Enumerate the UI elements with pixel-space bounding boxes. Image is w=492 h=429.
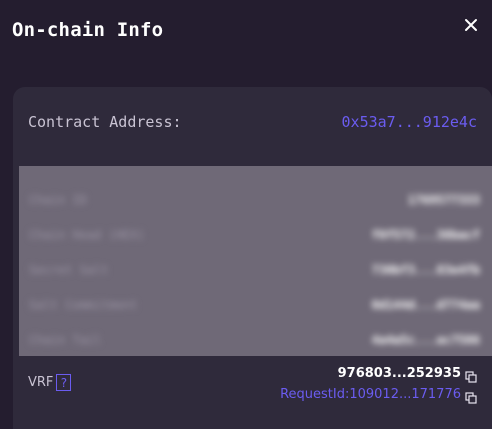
chain-head-row: Chain Head (HEX) f0f572...38bacf [29, 217, 480, 252]
contract-address-label: Contract Address: [28, 113, 182, 131]
secret-salt-label: Secret Salt [29, 262, 109, 277]
chain-tail-label: Chain Tail [29, 332, 102, 347]
copy-icon[interactable] [465, 368, 477, 383]
chain-tail-value: 4a4a5c...ac7586 [371, 332, 480, 347]
contract-address-row: Contract Address: 0x53a7...912e4c [28, 113, 477, 131]
request-id-link[interactable]: RequestId:109012...171776 [280, 387, 461, 402]
chain-head-value: f0f572...38bacf [371, 227, 480, 242]
help-icon[interactable]: ? [56, 374, 72, 391]
secret-salt-value: 730bf3...83e4fb [371, 262, 480, 277]
secret-salt-row: Secret Salt 730bf3...83e4fb [29, 252, 480, 287]
request-id-line: RequestId:109012...171776 [280, 384, 477, 405]
info-card: Contract Address: 0x53a7...912e4c Chain … [13, 87, 492, 429]
vrf-label: VRF [28, 375, 54, 390]
close-button[interactable] [460, 14, 482, 36]
vrf-label-group: VRF ? [28, 374, 72, 391]
chain-id-row: Chain ID 1769577333 [29, 182, 480, 217]
chain-tail-row: Chain Tail 4a4a5c...ac7586 [29, 322, 480, 357]
contract-address-link[interactable]: 0x53a7...912e4c [342, 113, 477, 131]
vrf-value: 976803...252935 [337, 366, 461, 381]
vrf-value-line: 976803...252935 [280, 363, 477, 384]
vrf-values: 976803...252935 RequestId:109012...17177… [280, 363, 477, 405]
blurred-details-panel: Chain ID 1769577333 Chain Head (HEX) f0f… [19, 166, 492, 356]
blurred-rows: Chain ID 1769577333 Chain Head (HEX) f0f… [29, 182, 480, 357]
page-title: On-chain Info [12, 19, 164, 41]
chain-id-value: 1769577333 [407, 192, 480, 207]
chain-id-label: Chain ID [29, 192, 87, 207]
copy-request-id-icon[interactable] [465, 389, 477, 404]
salt-commitment-label: Salt Commitment [29, 297, 138, 312]
close-icon [465, 19, 477, 31]
salt-commitment-value: 0d144d...d774aa [371, 297, 480, 312]
salt-commitment-row: Salt Commitment 0d144d...d774aa [29, 287, 480, 322]
chain-head-label: Chain Head (HEX) [29, 227, 145, 242]
